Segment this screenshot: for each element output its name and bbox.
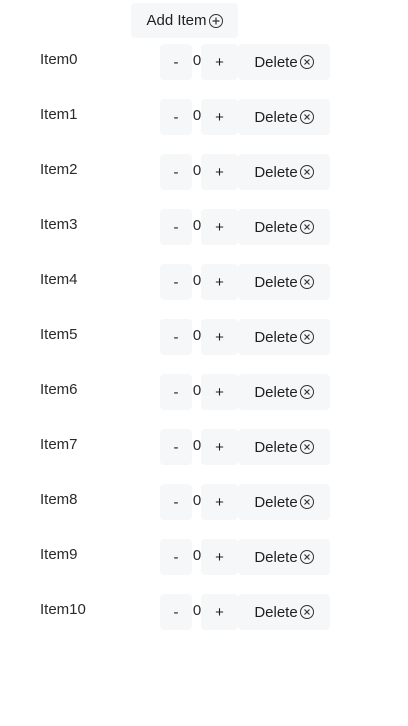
list-item: Item2 - 0 + Delete	[0, 154, 408, 209]
list-item: Item9 - 0 + Delete	[0, 539, 408, 594]
increment-button[interactable]: +	[201, 44, 238, 80]
increment-button[interactable]: +	[201, 484, 238, 520]
list-item: Item0 - 0 + Delete	[0, 44, 408, 99]
item-label: Item0	[40, 51, 78, 68]
delete-button[interactable]: Delete	[238, 264, 330, 300]
close-circle-icon	[299, 550, 314, 564]
list-item: Item6 - 0 + Delete	[0, 374, 408, 429]
close-circle-icon	[299, 495, 314, 509]
delete-button[interactable]: Delete	[238, 154, 330, 190]
delete-button[interactable]: Delete	[238, 319, 330, 355]
item-label: Item1	[40, 106, 78, 123]
decrement-button[interactable]: -	[160, 374, 192, 410]
increment-button[interactable]: +	[201, 594, 238, 630]
decrement-button[interactable]: -	[160, 154, 192, 190]
close-circle-icon	[299, 165, 314, 179]
list-item: Item1 - 0 + Delete	[0, 99, 408, 154]
item-label: Item4	[40, 271, 78, 288]
close-circle-icon	[299, 605, 314, 619]
delete-button[interactable]: Delete	[238, 44, 330, 80]
close-circle-icon	[299, 55, 314, 69]
plus-circle-icon	[208, 13, 223, 28]
close-circle-icon	[299, 385, 314, 399]
increment-button[interactable]: +	[201, 99, 238, 135]
list-item: Item4 - 0 + Delete	[0, 264, 408, 319]
item-label: Item9	[40, 546, 78, 563]
close-circle-icon	[299, 110, 314, 124]
delete-button[interactable]: Delete	[238, 374, 330, 410]
decrement-button[interactable]: -	[160, 429, 192, 465]
item-label: Item5	[40, 326, 78, 343]
item-label: Item8	[40, 491, 78, 508]
add-item-button[interactable]: Add Item	[131, 3, 238, 38]
decrement-button[interactable]: -	[160, 539, 192, 575]
list-item: Item5 - 0 + Delete	[0, 319, 408, 374]
close-circle-icon	[299, 330, 314, 344]
increment-button[interactable]: +	[201, 319, 238, 355]
increment-button[interactable]: +	[201, 209, 238, 245]
list-item: Item10 - 0 + Delete	[0, 594, 408, 649]
decrement-button[interactable]: -	[160, 594, 192, 630]
increment-button[interactable]: +	[201, 154, 238, 190]
increment-button[interactable]: +	[201, 429, 238, 465]
delete-button[interactable]: Delete	[238, 99, 330, 135]
list-item: Item7 - 0 + Delete	[0, 429, 408, 484]
decrement-button[interactable]: -	[160, 209, 192, 245]
item-label: Item10	[40, 601, 86, 618]
list-item: Item3 - 0 + Delete	[0, 209, 408, 264]
add-item-label: Add Item	[146, 12, 207, 29]
item-label: Item2	[40, 161, 78, 178]
delete-button[interactable]: Delete	[238, 209, 330, 245]
item-label: Item3	[40, 216, 78, 233]
decrement-button[interactable]: -	[160, 44, 192, 80]
item-label: Item7	[40, 436, 78, 453]
delete-button[interactable]: Delete	[238, 484, 330, 520]
list-item: Item8 - 0 + Delete	[0, 484, 408, 539]
close-circle-icon	[299, 275, 314, 289]
decrement-button[interactable]: -	[160, 264, 192, 300]
increment-button[interactable]: +	[201, 264, 238, 300]
decrement-button[interactable]: -	[160, 319, 192, 355]
increment-button[interactable]: +	[201, 539, 238, 575]
delete-button[interactable]: Delete	[238, 594, 330, 630]
close-circle-icon	[299, 440, 314, 454]
close-circle-icon	[299, 220, 314, 234]
delete-button[interactable]: Delete	[238, 539, 330, 575]
increment-button[interactable]: +	[201, 374, 238, 410]
delete-button[interactable]: Delete	[238, 429, 330, 465]
decrement-button[interactable]: -	[160, 484, 192, 520]
item-label: Item6	[40, 381, 78, 398]
decrement-button[interactable]: -	[160, 99, 192, 135]
